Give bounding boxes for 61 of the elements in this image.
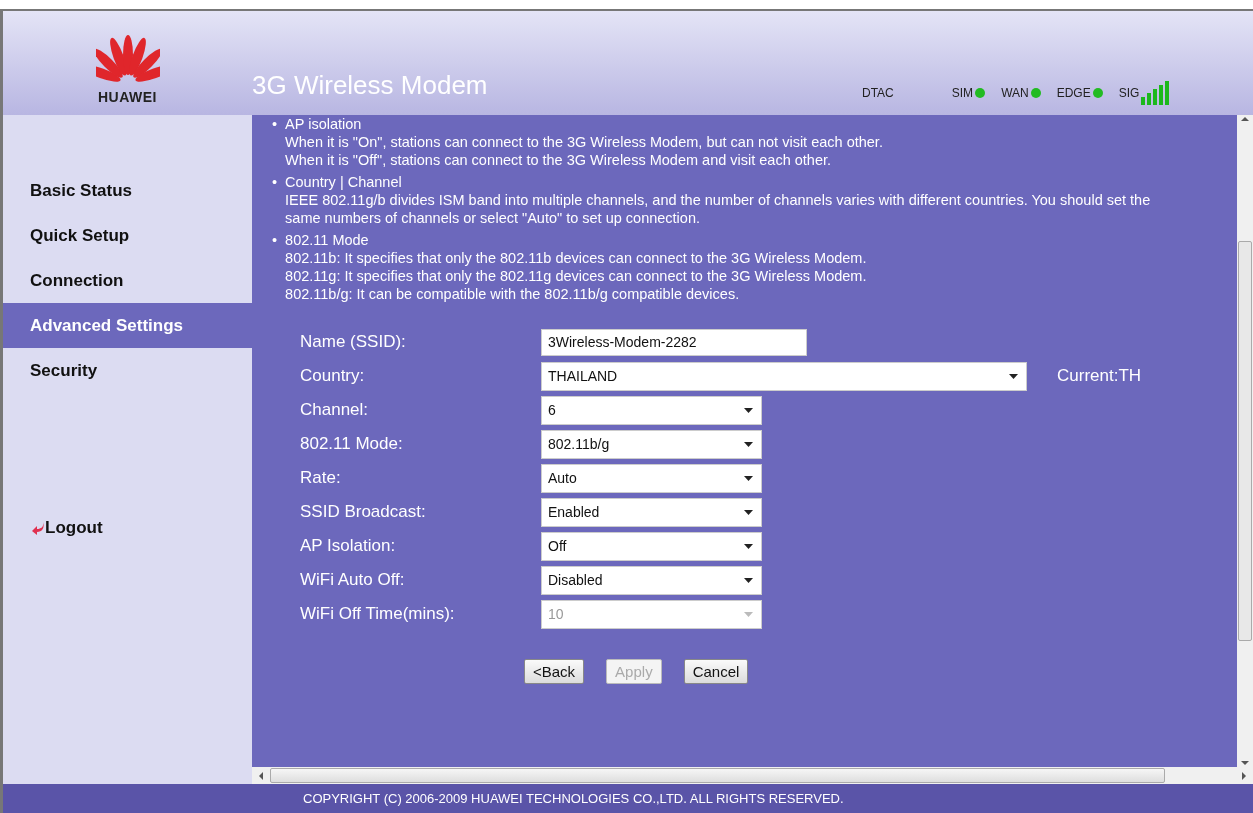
help-heading: AP isolation <box>285 115 363 133</box>
nav-item[interactable]: Basic Status <box>3 168 252 213</box>
dropdown-field[interactable]: Off <box>541 531 762 561</box>
current-country-text: Current:TH <box>1057 366 1142 386</box>
operator-name: DTAC <box>862 86 894 100</box>
caret-icon <box>744 475 753 481</box>
caret-icon <box>744 407 753 413</box>
horizontal-scrollbar[interactable] <box>252 767 1253 784</box>
dropdown-field[interactable]: Auto <box>541 463 762 493</box>
logout-link[interactable]: Logout <box>3 518 252 538</box>
dropdown-field[interactable]: Enabled <box>541 497 762 527</box>
scroll-up-arrow-icon[interactable] <box>1241 115 1249 123</box>
help-text: 802.11g: It specifies that only the 802.11g devices can connect to the 3G Wireless Modem. <box>285 267 867 285</box>
signal-label: SIG <box>1118 86 1140 100</box>
dropdown-field[interactable]: Disabled <box>541 565 762 595</box>
bullet-mark: • <box>272 173 278 192</box>
scroll-down-arrow-icon[interactable] <box>1241 759 1249 767</box>
form-button[interactable]: <Back <box>524 659 585 684</box>
field-label: SSID Broadcast: <box>300 501 427 523</box>
bullet-mark: • <box>272 115 278 134</box>
bullet-mark: • <box>272 231 278 250</box>
ssid-input[interactable]: 3Wireless-Modem-2282 <box>541 328 807 356</box>
caret-icon <box>744 543 753 549</box>
caret-icon <box>744 441 753 447</box>
indicator-label: SIM <box>951 86 974 100</box>
help-text: 802.11b: It specifies that only the 802.11b devices can connect to the 3G Wireless Modem. <box>285 249 867 267</box>
field-label: Rate: <box>300 467 342 489</box>
form-button[interactable]: Cancel <box>683 659 749 684</box>
help-text: When it is "On", stations can connect to the 3G Wireless Modem, but can not visit each other. <box>285 133 883 151</box>
app-title: 3G Wireless Modem <box>252 70 489 102</box>
help-text: IEEE 802.11g/b divides ISM band into multiple channels, and the number of channels varies with different countries. You should set the same numbers of channels or select "Auto" to set up connection. <box>285 191 1152 227</box>
field-label: AP Isolation: <box>300 535 397 557</box>
vertical-scrollbar[interactable] <box>1237 115 1253 767</box>
field-label: Country: <box>300 365 366 387</box>
nav-item[interactable]: Security <box>3 348 252 393</box>
nav-item[interactable]: Quick Setup <box>3 213 252 258</box>
caret-icon <box>744 509 753 515</box>
help-text: 802.11b/g: It can be compatible with the 802.11b/g compatible devices. <box>285 285 741 303</box>
help-text: When it is "Off", stations can connect to the 3G Wireless Modem and visit each other. <box>285 151 833 169</box>
caret-icon <box>744 577 753 583</box>
help-heading: Country | Channel <box>285 173 403 191</box>
field-label: 802.11 Mode: <box>300 433 404 455</box>
caret-icon <box>1009 373 1018 379</box>
scroll-left-arrow-icon[interactable] <box>258 771 264 780</box>
dropdown-field[interactable]: 6 <box>541 395 762 425</box>
nav-item[interactable]: Advanced Settings <box>3 303 252 348</box>
logo-text: HUAWEI <box>98 89 157 105</box>
scroll-right-arrow-icon[interactable] <box>1241 771 1247 780</box>
field-label: WiFi Off Time(mins): <box>300 603 456 625</box>
indicator-label: EDGE <box>1056 86 1091 100</box>
help-heading: 802.11 Mode <box>285 231 370 249</box>
caret-icon <box>744 611 753 617</box>
nav-item[interactable]: Connection <box>3 258 252 303</box>
field-label: Name (SSID): <box>300 331 407 353</box>
field-label: WiFi Auto Off: <box>300 569 406 591</box>
dropdown-field[interactable]: 802.11b/g <box>541 429 762 459</box>
signal-bars-icon <box>1141 81 1172 105</box>
copyright-text: COPYRIGHT (C) 2006-2009 HUAWEI TECHNOLOGIES CO.,LTD. ALL RIGHTS RESERVED. <box>303 791 844 806</box>
field-label: Channel: <box>300 399 370 421</box>
dropdown-field[interactable]: THAILAND <box>541 361 1027 391</box>
indicator-label: WAN <box>1001 86 1029 100</box>
